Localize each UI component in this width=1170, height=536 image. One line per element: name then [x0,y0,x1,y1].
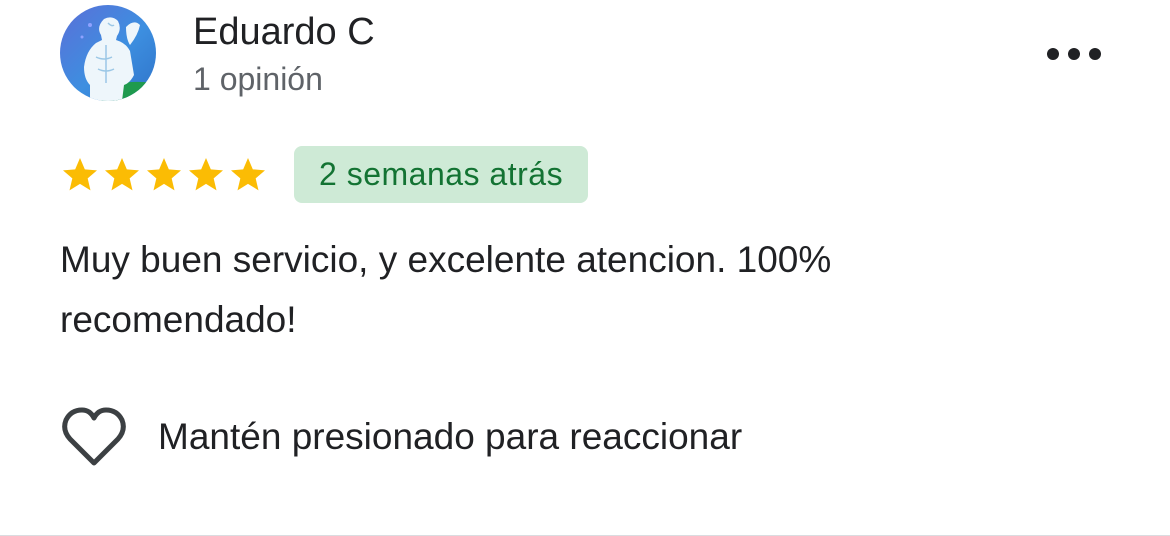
heart-outline-icon [62,407,126,466]
star-icon [105,157,139,190]
star-icon [63,157,97,190]
star-rating [60,155,270,195]
more-options-button[interactable] [1040,34,1108,74]
react-button[interactable]: Mantén presionado para reaccionar [60,405,742,469]
reviewer-name[interactable]: Eduardo C [193,8,375,56]
react-label: Mantén presionado para reaccionar [158,416,743,457]
avatar[interactable] [60,5,156,101]
review-count[interactable]: 1 opinión [193,58,323,100]
avatar-image [60,5,156,101]
review-text: Muy buen servicio, y excelente atencion.… [60,239,832,340]
star-icon [189,157,223,190]
star-icon [231,157,265,190]
rating-row: 2 semanas atrás [60,146,589,203]
time-ago-badge: 2 semanas atrás [294,146,589,203]
star-icon [147,157,181,190]
review-card: Eduardo C 1 opinión 2 semanas atrás Muy … [0,0,1170,536]
more-horizontal-icon [1047,48,1101,60]
